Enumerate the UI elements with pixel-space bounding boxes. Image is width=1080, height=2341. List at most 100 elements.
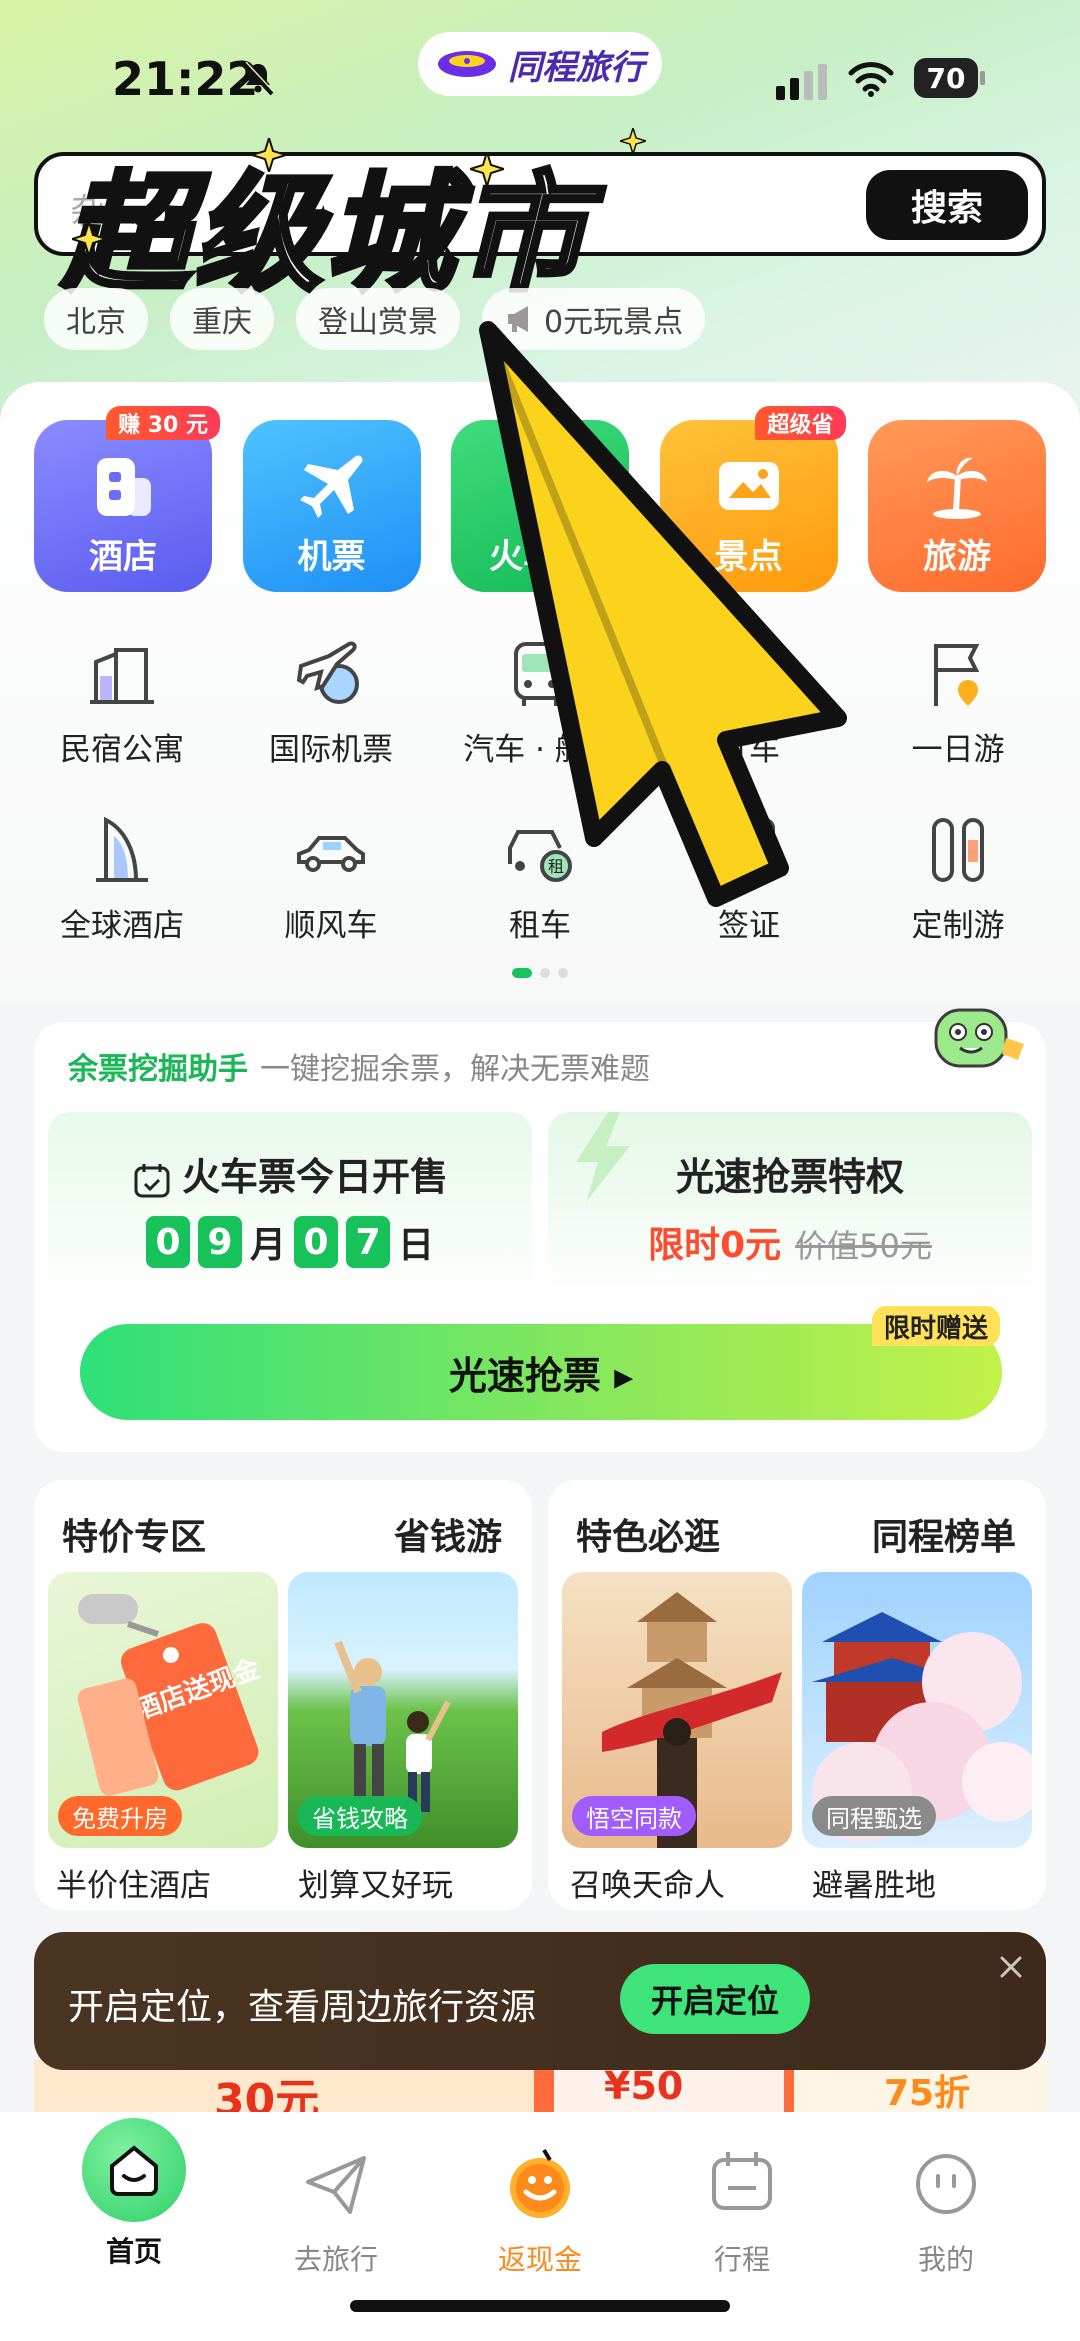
secondary-services-row-1: 民宿公寓 国际机票 汽车 · 船票 打车 一日游 xyxy=(22,636,1058,769)
speed-price: 限时0元 价值50元 xyxy=(648,1225,932,1266)
service-hotel[interactable]: 赚 30 元 酒店 xyxy=(34,406,220,592)
tab-itinerary[interactable]: 行程 xyxy=(634,2112,850,2312)
search-button[interactable]: 搜索 xyxy=(866,170,1028,240)
brand-logo-icon xyxy=(438,51,496,77)
attractions-badge: 超级省 xyxy=(755,406,846,440)
wukong-image[interactable]: 悟空同款 xyxy=(562,1572,792,1848)
palm-tree-icon xyxy=(927,457,987,519)
airplane-icon xyxy=(299,455,363,518)
close-icon[interactable] xyxy=(996,1952,1026,1982)
half-price-hotel-image[interactable]: 住酒店送现金 免费升房 xyxy=(48,1572,278,1848)
secondary-services-row-2: 全球酒店 顺风车 租 租车 签证 定制游 xyxy=(22,812,1058,945)
tab-special-deals[interactable]: 特价专区 xyxy=(62,1508,206,1560)
speed-grab-box[interactable]: 光速抢票特权 限时0元 价值50元 xyxy=(548,1112,1032,1300)
page-indicator xyxy=(512,968,568,978)
ticket-helper-header: 余票挖掘助手 一键挖掘余票，解决无票难题 xyxy=(68,1052,650,1087)
sparkle-icon xyxy=(252,138,286,172)
service-flight[interactable]: 机票 xyxy=(242,420,421,592)
service-car-rental[interactable]: 租 租车 xyxy=(440,812,640,945)
paper-plane-icon xyxy=(306,2156,366,2214)
service-bus-ferry[interactable]: 汽车 · 船票 xyxy=(440,636,640,769)
summer-resort-image[interactable]: 同程甄选 xyxy=(802,1572,1032,1848)
rental-car-icon: 租 xyxy=(508,830,572,882)
caption-summer-resort: 避暑胜地 xyxy=(812,1868,936,1904)
service-train[interactable]: 火车票 xyxy=(451,420,629,592)
service-visa[interactable]: 签证 xyxy=(649,812,849,945)
service-custom-tour[interactable]: 定制游 xyxy=(858,812,1058,945)
hotel-icon xyxy=(97,458,151,516)
apartment-icon xyxy=(90,648,154,704)
train-sale-title: 火车票今日开售 xyxy=(181,1155,448,1199)
primary-services: 赚 30 元 酒店 机票 火车票 超级省 景点 旅游 xyxy=(34,406,1046,592)
tab-must-visit[interactable]: 特色必逛 xyxy=(576,1508,720,1560)
profile-face-icon xyxy=(916,2154,976,2214)
battery-icon: 70 xyxy=(914,58,986,98)
mascot-icon xyxy=(934,1008,1024,1068)
tab-profile[interactable]: 我的 xyxy=(838,2112,1054,2312)
tab-travel[interactable]: 去旅行 xyxy=(228,2112,444,2312)
service-homestay[interactable]: 民宿公寓 xyxy=(22,636,222,769)
service-taxi[interactable]: 打车 xyxy=(649,636,849,769)
enable-location-button[interactable]: 开启定位 xyxy=(620,1964,810,2034)
sail-hotel-icon xyxy=(96,816,148,882)
grab-ticket-button[interactable]: 光速抢票 ▸ xyxy=(80,1324,1002,1420)
sparkle-icon xyxy=(470,152,504,186)
calendar-icon xyxy=(712,2152,772,2210)
service-intl-flight[interactable]: 国际机票 xyxy=(231,636,431,769)
svg-text:租: 租 xyxy=(548,857,564,876)
home-face-icon xyxy=(110,2145,158,2196)
curated-tag: 同程甄选 xyxy=(812,1796,936,1836)
ticket-helper-card[interactable]: 余票挖掘助手一键挖掘余票，解决无票难题 火车票今日开售 0 9 月 0 7 日 xyxy=(34,1008,1046,1452)
cashback-coin-icon xyxy=(510,2148,570,2218)
service-travel[interactable]: 旅游 xyxy=(868,420,1046,592)
chip-chongqing[interactable]: 重庆 xyxy=(170,288,274,350)
deals-card: 特价专区 省钱游 住酒店送现金 免费升房 半价住酒店 省钱攻略 划算又好玩 xyxy=(34,1480,532,1910)
sparkle-icon xyxy=(72,222,106,256)
globe-plane-icon xyxy=(296,641,359,704)
train-sale-box[interactable]: 火车票今日开售 0 9 月 0 7 日 xyxy=(48,1112,532,1300)
wukong-tag: 悟空同款 xyxy=(572,1796,696,1836)
free-upgrade-tag: 免费升房 xyxy=(58,1796,182,1836)
tab-rankings[interactable]: 同程榜单 xyxy=(872,1508,1016,1560)
sale-date: 0 9 月 0 7 日 xyxy=(48,1216,532,1268)
hotel-badge: 赚 30 元 xyxy=(106,406,220,440)
location-toast-text: 开启定位，查看周边旅行资源 xyxy=(68,1987,537,2028)
highlights-card: 特色必逛 同程榜单 悟空同款 召唤天命人 同程甄选 避暑胜地 xyxy=(548,1480,1046,1910)
service-day-tour[interactable]: 一日游 xyxy=(858,636,1058,769)
status-time: 21:22 xyxy=(112,52,259,106)
calendar-check-icon xyxy=(134,1163,170,1197)
flag-pin-icon xyxy=(934,644,980,706)
ticket-icon xyxy=(718,462,779,510)
mute-bell-icon xyxy=(242,61,275,96)
taxi-icon xyxy=(719,656,779,701)
service-attractions[interactable]: 超级省 景点 xyxy=(659,406,846,592)
speed-grab-title: 光速抢票特权 xyxy=(675,1155,904,1199)
sparkle-icon xyxy=(620,128,646,154)
chip-free-attractions[interactable]: 0元玩景点 xyxy=(482,288,706,350)
wifi-icon xyxy=(848,62,894,97)
service-carpool[interactable]: 顺风车 xyxy=(231,812,431,945)
saving-guide-tag: 省钱攻略 xyxy=(298,1796,422,1836)
brand-pill[interactable]: 同程旅行 xyxy=(418,32,662,96)
location-toast: 开启定位，查看周边旅行资源 开启定位 xyxy=(34,1932,1046,2070)
budget-travel-image[interactable]: 省钱攻略 xyxy=(288,1572,518,1848)
battery-level: 70 xyxy=(914,58,978,98)
status-bar: 21:22 同程旅行 70 xyxy=(0,0,1080,150)
tab-cashback[interactable]: 返现金 xyxy=(432,2112,648,2312)
car-icon xyxy=(297,836,365,872)
megaphone-icon xyxy=(508,306,528,332)
tab-budget-travel[interactable]: 省钱游 xyxy=(394,1508,502,1560)
custom-tour-icon xyxy=(932,818,984,882)
tab-home[interactable]: 首页 xyxy=(26,2112,242,2312)
service-global-hotel[interactable]: 全球酒店 xyxy=(22,812,222,945)
limited-gift-tag: 限时赠送 xyxy=(871,1306,1000,1346)
caption-half-price-hotel: 半价住酒店 xyxy=(56,1868,211,1904)
passport-icon xyxy=(723,818,775,882)
chip-mountain-view[interactable]: 登山赏景 xyxy=(296,288,460,350)
bus-icon xyxy=(514,642,566,706)
hot-search-chips: 北京 重庆 登山赏景 0元玩景点 xyxy=(44,288,706,350)
chip-beijing[interactable]: 北京 xyxy=(44,288,148,350)
brand-name: 同程旅行 xyxy=(508,47,644,88)
caption-summon: 召唤天命人 xyxy=(570,1868,725,1904)
cell-signal-icon xyxy=(776,64,827,100)
